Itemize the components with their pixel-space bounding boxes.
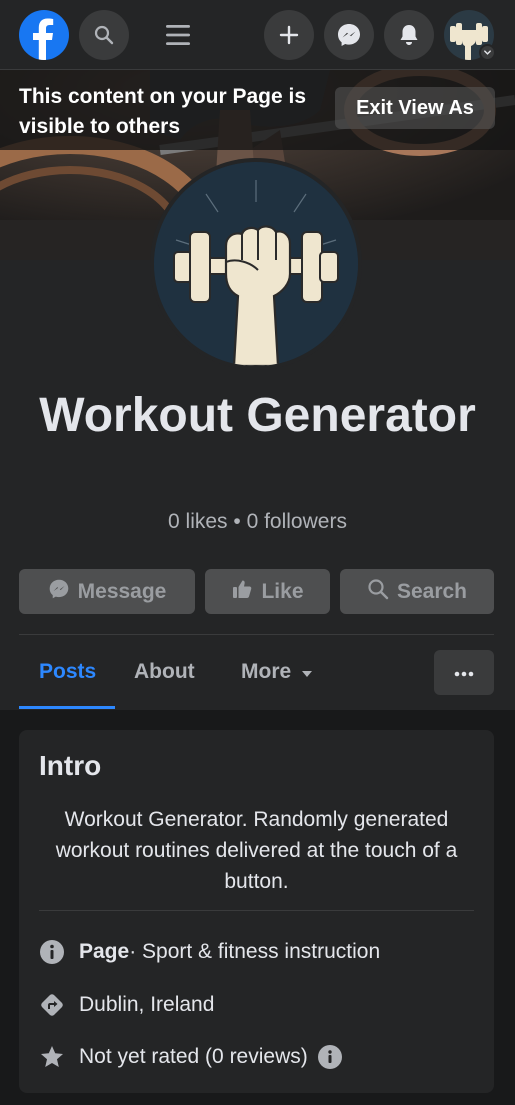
likes-followers-count: 0 likes • 0 followers — [168, 510, 347, 533]
facebook-logo-icon[interactable] — [19, 10, 69, 60]
bell-icon[interactable] — [384, 10, 434, 60]
tab-about[interactable]: About — [134, 660, 195, 684]
like-button-label: Like — [261, 579, 304, 603]
star-icon — [39, 1044, 65, 1070]
intro-title: Intro — [39, 750, 102, 781]
search-icon — [367, 578, 389, 606]
top-navigation-bar — [0, 0, 515, 70]
more-dots-icon — [454, 664, 474, 682]
messenger-icon — [48, 578, 70, 606]
directions-icon — [39, 992, 65, 1018]
tab-posts[interactable]: Posts — [39, 660, 96, 684]
info-icon — [39, 939, 65, 965]
intro-divider — [39, 910, 474, 911]
chevron-down-icon[interactable] — [479, 44, 496, 61]
tab-more[interactable]: More — [241, 660, 313, 684]
category-label: Page — [79, 940, 130, 963]
location-row[interactable]: Dublin, Ireland — [39, 990, 214, 1020]
exit-view-as-button[interactable]: Exit View As — [335, 87, 495, 129]
message-button-label: Message — [77, 579, 167, 603]
info-icon[interactable] — [317, 1045, 342, 1069]
active-tab-indicator — [19, 706, 115, 709]
search-button-label: Search — [396, 579, 468, 603]
intro-card: Intro Workout Generator. Randomly genera… — [19, 730, 494, 1093]
view-as-notice-text: This content on your Page is visible to … — [19, 85, 307, 138]
menu-icon[interactable] — [153, 10, 203, 60]
tab-more-label: More — [241, 660, 292, 683]
location-text: Dublin, Ireland — [79, 993, 215, 1016]
rating-text: Not yet rated (0 reviews) — [79, 1045, 308, 1068]
caret-down-icon — [301, 660, 313, 684]
rating-row: Not yet rated (0 reviews) — [39, 1042, 342, 1072]
intro-bio: Workout Generator. Randomly generated wo… — [55, 808, 458, 893]
category-row: Page · Sport & fitness instruction — [39, 937, 380, 967]
messenger-icon[interactable] — [324, 10, 374, 60]
more-options-button[interactable] — [434, 650, 494, 695]
like-button[interactable]: Like — [205, 569, 330, 614]
page-title: Workout Generator — [39, 389, 476, 442]
plus-icon[interactable] — [264, 10, 314, 60]
thumbs-up-icon — [231, 578, 253, 606]
profile-picture[interactable] — [150, 158, 362, 370]
search-icon[interactable] — [79, 10, 129, 60]
category-value: · Sport & fitness instruction — [129, 940, 381, 963]
search-button[interactable]: Search — [340, 569, 494, 614]
section-divider — [19, 634, 494, 635]
view-as-notice: This content on your Page is visible to … — [0, 70, 515, 150]
message-button[interactable]: Message — [19, 569, 195, 614]
